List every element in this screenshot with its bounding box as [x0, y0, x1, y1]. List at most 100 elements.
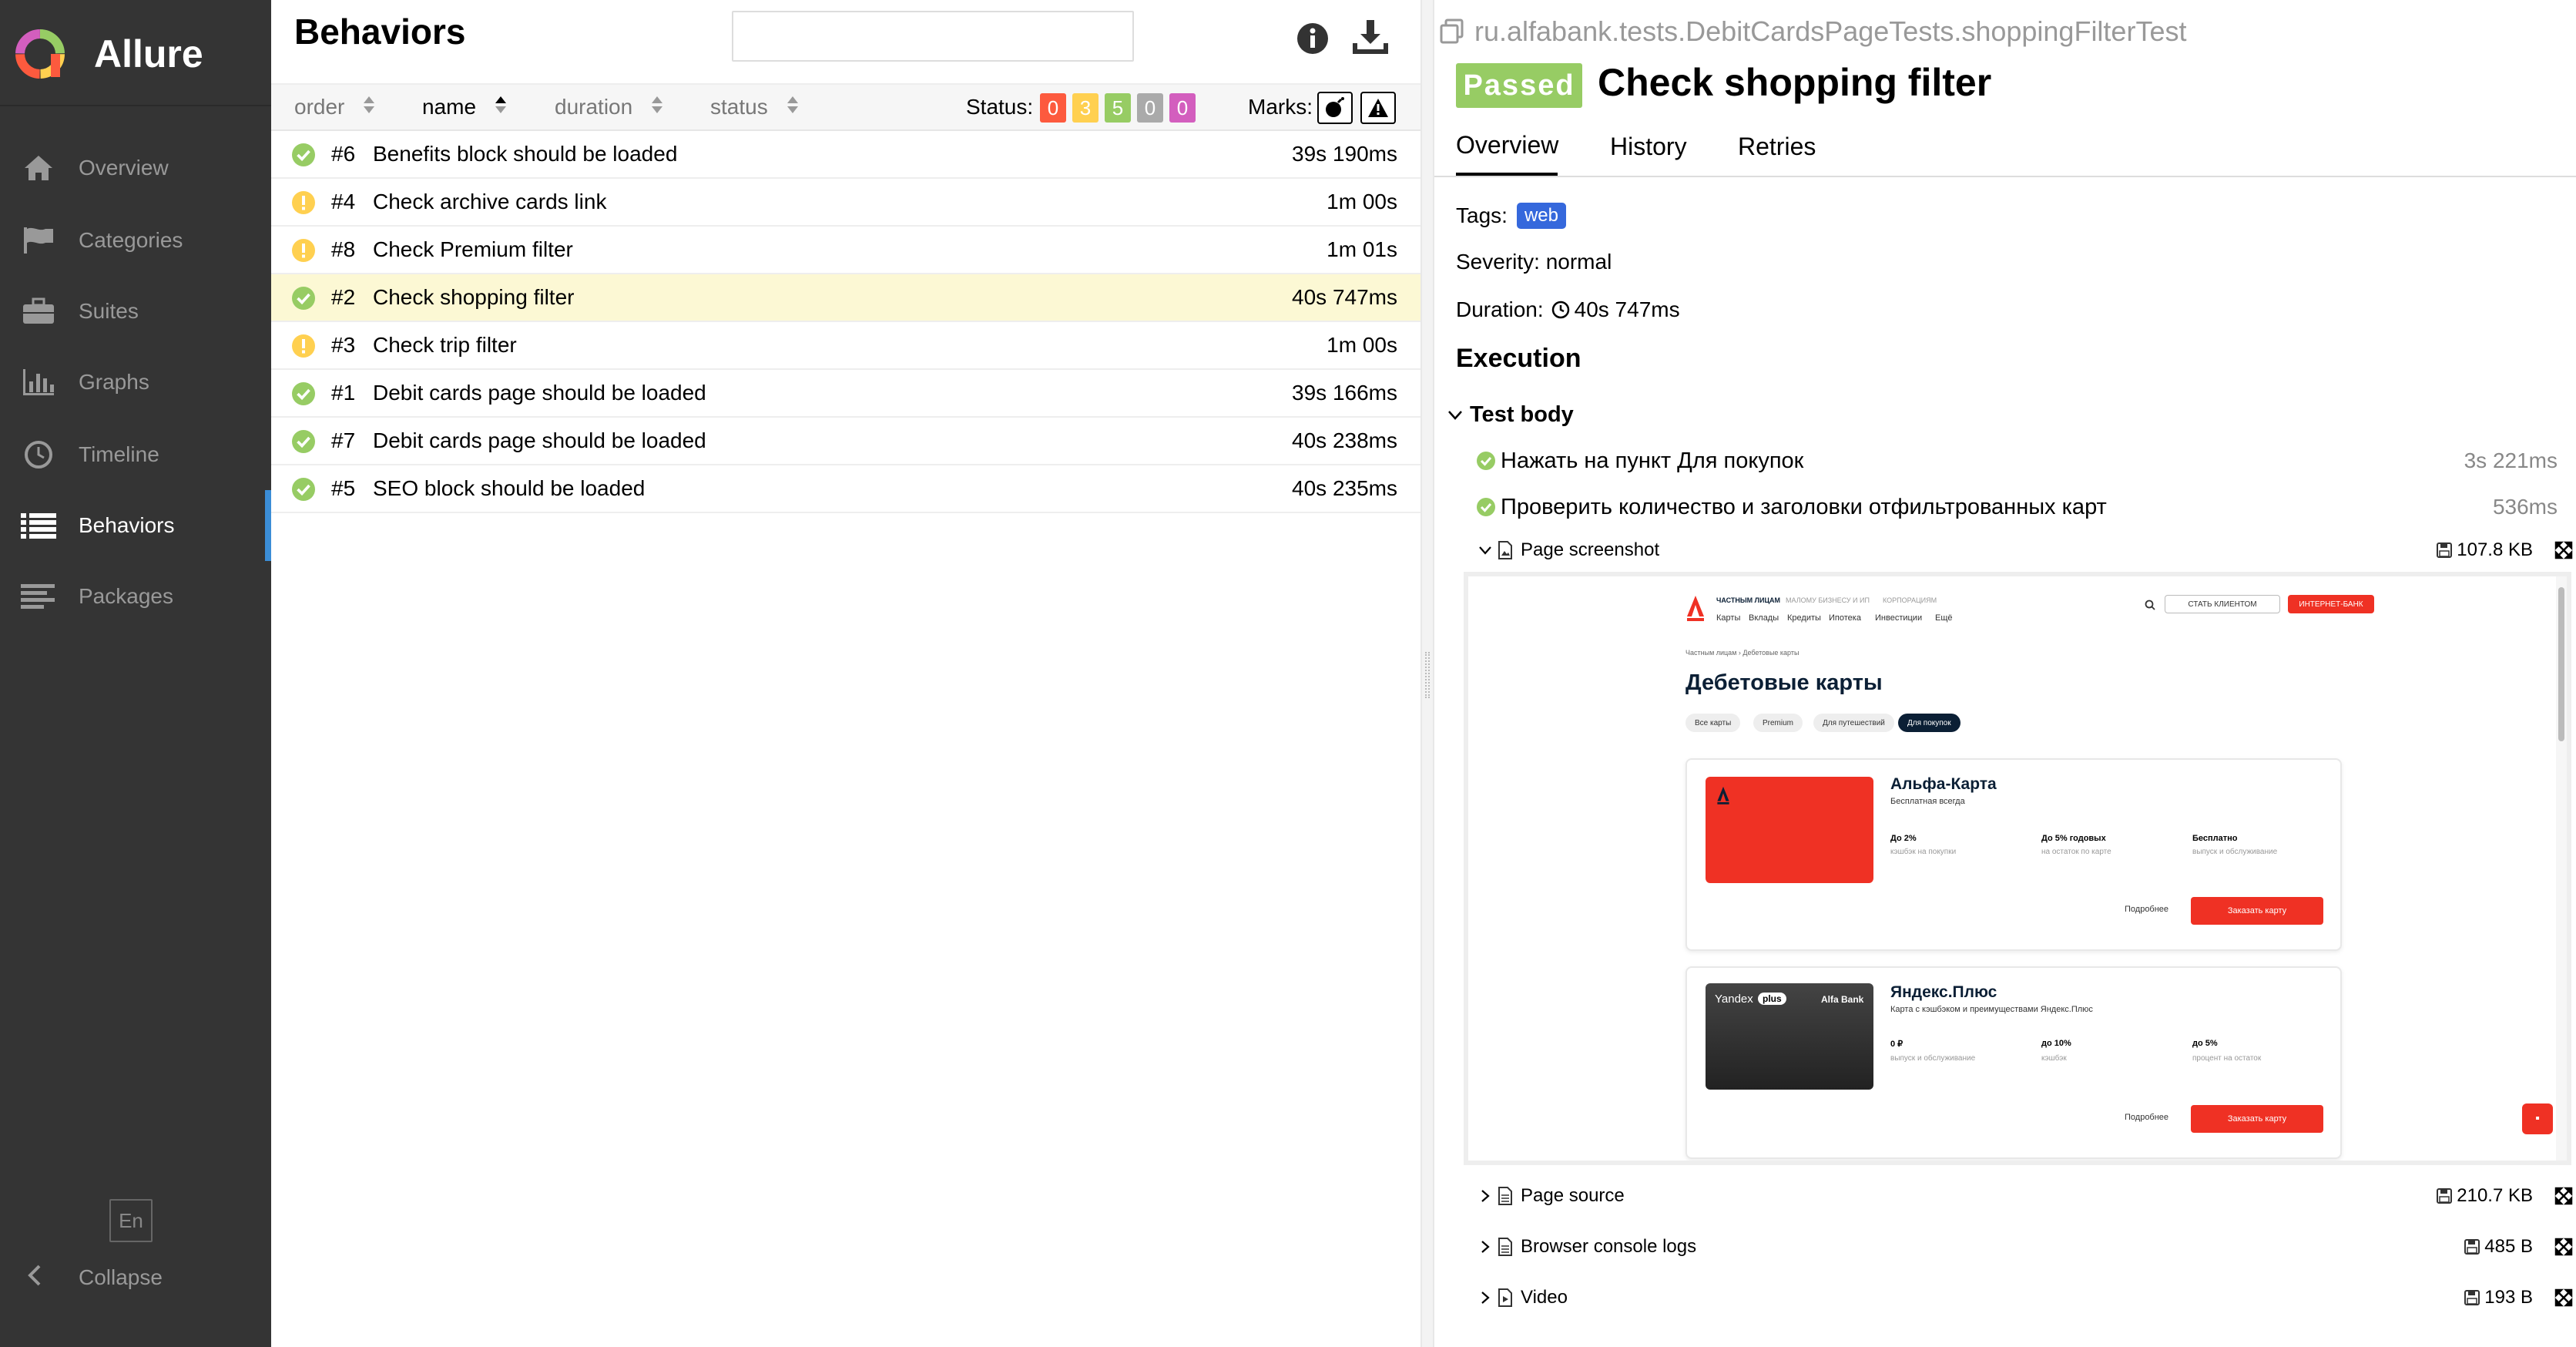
row-duration: 1m 00s: [1327, 333, 1397, 357]
row-duration: 40s 238ms: [1292, 428, 1397, 452]
card-feature-desc: выпуск и обслуживание: [2192, 848, 2278, 856]
test-body-toggle[interactable]: Test body: [1447, 399, 1574, 430]
attachment-name: Page screenshot: [1521, 539, 1660, 560]
sort-by-order[interactable]: order: [294, 85, 375, 129]
fullscreen-icon[interactable]: [2554, 1238, 2573, 1256]
chevron-left-icon: [26, 1264, 43, 1292]
card-name: Альфа-Карта: [1890, 775, 1997, 793]
site-card-alfa: Альфа-Карта Бесплатная всегда До 2% кэшб…: [1685, 758, 2342, 951]
step-name: Проверить количество и заголовки отфильт…: [1501, 494, 2107, 519]
row-name: Check shopping filter: [373, 285, 575, 309]
column-label: status: [710, 95, 768, 119]
info-icon[interactable]: [1296, 22, 1330, 55]
download-icon[interactable]: [1351, 18, 1390, 57]
tab-retries[interactable]: Retries: [1738, 117, 1816, 176]
sort-by-duration[interactable]: duration: [555, 85, 663, 129]
sidebar-item-behaviors[interactable]: Behaviors: [0, 490, 271, 561]
behavior-row[interactable]: #1 Debit cards page should be loaded 39s 1…: [271, 370, 1420, 418]
sidebar-item-overview[interactable]: Overview: [0, 133, 271, 203]
sidebar-item-packages[interactable]: Packages: [0, 561, 271, 632]
attachment-size-text: 193 B: [2484, 1287, 2533, 1308]
clock-icon: [20, 439, 57, 470]
fullscreen-icon[interactable]: [2554, 1288, 2573, 1307]
sidebar-item-label: Overview: [79, 156, 169, 180]
fullscreen-icon[interactable]: [2554, 541, 2573, 559]
row-order: #7: [331, 428, 356, 452]
behavior-row[interactable]: #7 Debit cards page should be loaded 40s 2…: [271, 418, 1420, 465]
status-unknown-toggle[interactable]: 0: [1169, 93, 1196, 123]
status-skipped-toggle[interactable]: 0: [1137, 93, 1163, 123]
sidebar-item-timeline[interactable]: Timeline: [0, 419, 271, 490]
card-image-plus: plus: [1758, 993, 1786, 1005]
attachment-video[interactable]: Video 193 B: [1476, 1279, 2573, 1316]
broken-icon: [292, 191, 315, 214]
card-image: [1706, 777, 1873, 883]
search-input[interactable]: [732, 11, 1134, 62]
marks-label: Marks:: [1248, 95, 1313, 119]
alfa-logo-icon: [1687, 596, 1704, 621]
image-file-icon: [1498, 541, 1512, 559]
attachment-browser-console-logs[interactable]: Browser console logs 485 B: [1476, 1228, 2573, 1265]
behavior-row[interactable]: #6 Benefits block should be loaded 39s 190…: [271, 131, 1420, 179]
sidebar-item-label: Suites: [79, 299, 139, 323]
sidebar-item-graphs[interactable]: Graphs: [0, 347, 271, 418]
chat-icon: ▪: [2522, 1103, 2553, 1134]
sort-icon: [787, 95, 799, 120]
sort-icon: [363, 95, 375, 120]
sidebar-item-label: Categories: [79, 228, 183, 252]
brand[interactable]: Allure: [12, 26, 203, 82]
behavior-row[interactable]: #5 SEO block should be loaded 40s 235ms: [271, 465, 1420, 513]
fullscreen-icon[interactable]: [2554, 1187, 2573, 1205]
step-row[interactable]: Нажать на пункт Для покупок 3s 221ms: [1476, 442, 2558, 480]
card-more-link: Подробнее: [2125, 905, 2169, 914]
card-feature-value: 0 ₽: [1890, 1040, 1903, 1049]
site-chip-all: Все карты: [1685, 714, 1741, 732]
status-passed-toggle[interactable]: 5: [1105, 93, 1131, 123]
sidebar-item-label: Behaviors: [79, 513, 175, 537]
status-failed-toggle[interactable]: 0: [1040, 93, 1066, 123]
attachment-page-screenshot[interactable]: Page screenshot 107.8 KB: [1476, 532, 2573, 569]
collapse-button[interactable]: Collapse: [0, 1248, 271, 1307]
flaky-mark-toggle[interactable]: [1317, 92, 1353, 124]
warning-icon: [1368, 99, 1388, 117]
broken-icon: [292, 334, 315, 358]
attachment-page-source[interactable]: Page source 210.7 KB: [1476, 1177, 2573, 1214]
site-internet-bank: ИНТЕРНЕТ-БАНК: [2288, 595, 2374, 613]
sidebar-item-suites[interactable]: Suites: [0, 276, 271, 347]
site-subnav-cards: Карты: [1716, 613, 1741, 623]
passed-icon: [1477, 498, 1495, 516]
behavior-row[interactable]: #4 Check archive cards link 1m 00s: [271, 179, 1420, 227]
splitter-grip[interactable]: [1425, 652, 1430, 698]
site-chip-shopping: Для покупок: [1898, 714, 1961, 732]
step-row[interactable]: Проверить количество и заголовки отфильт…: [1476, 488, 2558, 526]
row-order: #4: [331, 190, 356, 213]
language-button[interactable]: En: [109, 1199, 153, 1242]
tab-label: Retries: [1738, 132, 1816, 160]
preview-scrollbar[interactable]: [2556, 576, 2567, 1161]
page-title: Behaviors: [294, 12, 466, 52]
behavior-row[interactable]: #3 Check trip filter 1m 00s: [271, 322, 1420, 370]
chevron-down-icon: [1479, 546, 1491, 555]
sort-by-status[interactable]: status: [710, 85, 799, 129]
card-more-link: Подробнее: [2125, 1113, 2169, 1122]
preview-scrollbar-thumb[interactable]: [2558, 587, 2564, 741]
new-failed-mark-toggle[interactable]: [1360, 92, 1396, 124]
behavior-row[interactable]: #8 Check Premium filter 1m 01s: [271, 227, 1420, 274]
attachment-name: Browser console logs: [1521, 1236, 1697, 1257]
sidebar-item-label: Packages: [79, 584, 173, 608]
behavior-row[interactable]: #2 Check shopping filter 40s 747ms: [271, 274, 1420, 322]
tab-history[interactable]: History: [1610, 117, 1687, 176]
status-broken-toggle[interactable]: 3: [1072, 93, 1098, 123]
test-full-name[interactable]: ru.alfabank.tests.DebitCardsPageTests.sh…: [1439, 12, 2186, 51]
copy-icon[interactable]: [1439, 18, 1465, 45]
floppy-disk-icon: [2464, 1239, 2480, 1255]
passed-icon: [292, 287, 315, 310]
site-chip-travel: Для путешествий: [1813, 714, 1894, 732]
duration-row: Duration: 40s 747ms: [1456, 294, 1680, 325]
attachment-size: 210.7 KB: [2437, 1185, 2533, 1207]
tab-overview[interactable]: Overview: [1456, 117, 1558, 177]
pane-splitter[interactable]: [1420, 0, 1434, 1347]
card-feature-desc: выпуск и обслуживание: [1890, 1054, 1976, 1063]
sort-by-name[interactable]: name: [422, 85, 507, 129]
sidebar-item-categories[interactable]: Categories: [0, 205, 271, 276]
